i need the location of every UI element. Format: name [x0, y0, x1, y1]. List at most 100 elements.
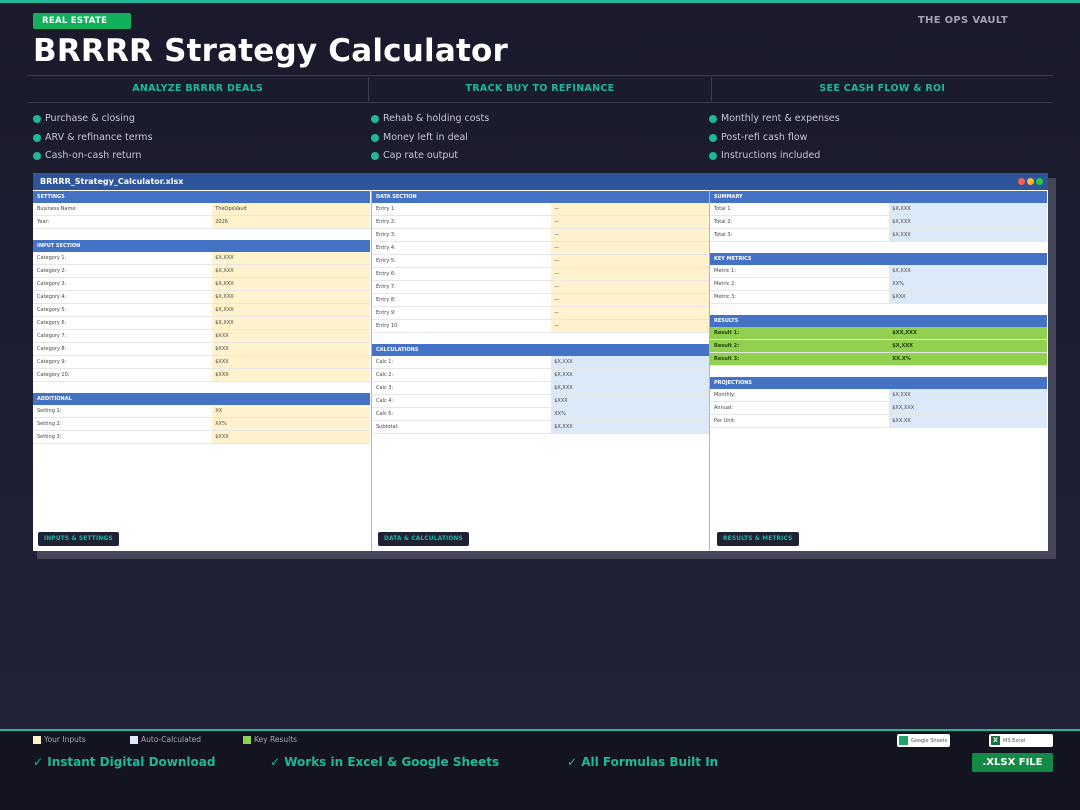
close-window-icon[interactable] [1018, 178, 1025, 185]
table-row: Annual: $XX,XXX [710, 402, 1047, 415]
input-cell[interactable]: — [551, 320, 709, 332]
feature-strip: ANALYZE BRRRR DEALS TRACK BUY TO REFINAN… [27, 77, 1053, 101]
footer-accent-line [0, 729, 1080, 731]
table-row: Entry 6: — [372, 268, 709, 281]
table-row: Category 2: $X,XXX [33, 265, 370, 278]
bullet-item: Monthly rent & expenses [709, 112, 840, 131]
input-cell[interactable]: XX% [212, 418, 370, 430]
input-cell[interactable]: $X,XXX [212, 265, 370, 277]
sheet-tab-results[interactable]: RESULTS & METRICS [717, 532, 799, 546]
table-row: Setting 1: XX [33, 405, 370, 418]
table-row: Total 2: $X,XXX [710, 216, 1047, 229]
category-badge: REAL ESTATE [33, 13, 131, 29]
table-row: Metric 3: $XXX [710, 291, 1047, 304]
bullet-dot-icon [709, 115, 717, 123]
input-cell[interactable]: — [551, 242, 709, 254]
bullet-item: Cap rate output [371, 149, 489, 168]
table-row: Result 3: XX.X% [710, 353, 1047, 366]
additional-section: ADDITIONAL Setting 1: XX Setting 2: XX% Se… [33, 393, 370, 444]
input-cell[interactable]: $X,XXX [212, 291, 370, 303]
section-header: PROJECTIONS [710, 377, 1047, 389]
table-row: Entry 2: — [372, 216, 709, 229]
calculated-cell: $XX,XXX [889, 402, 1047, 414]
legend-auto: Auto-Calculated [130, 735, 201, 744]
bullet-dot-icon [33, 115, 41, 123]
input-cell[interactable]: — [551, 268, 709, 280]
bullet-dot-icon [371, 115, 379, 123]
bullet-dot-icon [371, 152, 379, 160]
input-cell[interactable]: — [551, 307, 709, 319]
window-filename: BRRRR_Strategy_Calculator.xlsx [40, 177, 184, 186]
input-cell[interactable]: $XXX [212, 343, 370, 355]
divider-top [27, 75, 1053, 76]
input-cell[interactable]: — [551, 281, 709, 293]
table-row: Category 9: $XXX [33, 356, 370, 369]
bullet-dot-icon [33, 152, 41, 160]
feature-track: TRACK BUY TO REFINANCE [369, 77, 712, 101]
results-section: RESULTS Result 1: $XX,XXX Result 2: $X,XXX… [710, 315, 1047, 366]
bullet-list-3: Monthly rent & expenses Post-refi cash f… [709, 112, 840, 168]
section-header: SETTINGS [33, 191, 370, 203]
top-accent-bar [0, 0, 1080, 3]
table-row: Entry 1: — [372, 203, 709, 216]
input-cell[interactable]: $XXX [212, 356, 370, 368]
result-cell: XX.X% [889, 353, 1047, 365]
settings-section: SETTINGS Business Name: TheOpsVault Year:… [33, 191, 370, 229]
input-cell[interactable]: $X,XXX [212, 252, 370, 264]
input-cell[interactable]: $X,XXX [212, 304, 370, 316]
footer-feature-formulas: ✓ All Formulas Built In [567, 755, 719, 769]
bullet-item: ARV & refinance terms [33, 131, 153, 150]
section-header: ADDITIONAL [33, 393, 370, 405]
table-row: Business Name: TheOpsVault [33, 203, 370, 216]
table-row: Calc 5: XX% [372, 408, 709, 421]
table-row: Entry 8: — [372, 294, 709, 307]
bullet-dot-icon [709, 133, 717, 142]
table-row: Total 1: $X,XXX [710, 203, 1047, 216]
table-row: Calc 4: $XXX [372, 395, 709, 408]
window-titlebar: BRRRR_Strategy_Calculator.xlsx [33, 173, 1048, 190]
input-cell[interactable]: — [551, 203, 709, 215]
calculations-section: CALCULATIONS Calc 1: $X,XXX Calc 2: $X,XXX… [372, 344, 709, 434]
table-row: Entry 5: — [372, 255, 709, 268]
input-cell[interactable]: $XXX [212, 330, 370, 342]
divider-bottom [27, 102, 1053, 103]
section-header: CALCULATIONS [372, 344, 709, 356]
bullet-item: Rehab & holding costs [371, 112, 489, 131]
table-row: Per Unit: $XX.XX [710, 415, 1047, 428]
input-cell[interactable]: TheOpsVault [212, 203, 370, 215]
bullet-dot-icon [709, 152, 717, 160]
input-cell[interactable]: XX [212, 405, 370, 417]
table-row: Entry 10: — [372, 320, 709, 333]
table-row: Category 10: $XXX [33, 369, 370, 382]
minimize-window-icon[interactable] [1027, 178, 1034, 185]
input-cell[interactable]: $XXX [212, 369, 370, 381]
calculated-cell: XX% [889, 278, 1047, 290]
input-cell[interactable]: — [551, 229, 709, 241]
input-cell[interactable]: $XXX [212, 431, 370, 443]
table-row: Calc 1: $X,XXX [372, 356, 709, 369]
input-cell[interactable]: — [551, 294, 709, 306]
table-row: Category 5: $X,XXX [33, 304, 370, 317]
table-row: Entry 9: — [372, 307, 709, 320]
table-row: Metric 2: XX% [710, 278, 1047, 291]
input-cell[interactable]: $X,XXX [212, 278, 370, 290]
calculated-cell: $X,XXX [551, 369, 709, 381]
sheet-column-inputs: SETTINGS Business Name: TheOpsVault Year:… [33, 190, 370, 551]
table-row: Result 2: $X,XXX [710, 340, 1047, 353]
maximize-window-icon[interactable] [1036, 178, 1043, 185]
brand-name: THE OPS VAULT [917, 15, 1008, 26]
sheet-tab-inputs[interactable]: INPUTS & SETTINGS [38, 532, 119, 546]
feature-cashflow: SEE CASH FLOW & ROI [819, 83, 946, 94]
input-cell[interactable]: — [551, 255, 709, 267]
input-cell[interactable]: — [551, 216, 709, 228]
footer-feature-compat: ✓ Works in Excel & Google Sheets [270, 755, 500, 769]
result-cell: $XX,XXX [889, 327, 1047, 339]
calculated-cell: $X,XXX [889, 203, 1047, 215]
bullet-item: Instructions included [709, 149, 840, 168]
xlsx-file-button[interactable]: .XLSX FILE [972, 753, 1053, 772]
sheet-tab-data[interactable]: DATA & CALCULATIONS [378, 532, 469, 546]
input-cell[interactable]: $X,XXX [212, 317, 370, 329]
table-row: Setting 2: XX% [33, 418, 370, 431]
sheet-column-results: SUMMARY Total 1: $X,XXX Total 2: $X,XXX To… [709, 190, 1047, 551]
input-cell[interactable]: 2026 [212, 216, 370, 228]
